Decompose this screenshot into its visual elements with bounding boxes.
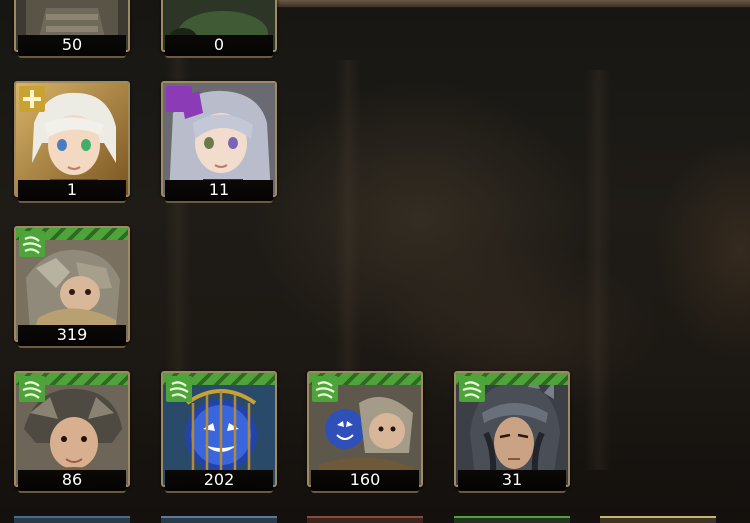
unit-count-bar: 319 xyxy=(18,325,126,348)
unit-card[interactable]: 202 xyxy=(161,371,277,493)
unit-count-bar: 202 xyxy=(165,470,273,493)
dark-element-icon xyxy=(166,86,192,112)
unit-count: 160 xyxy=(349,470,381,489)
wind-element-icon xyxy=(459,376,485,402)
unit-card[interactable]: 0 xyxy=(161,0,277,58)
unit-count: 319 xyxy=(56,325,88,344)
unit-count: 0 xyxy=(213,35,225,54)
unit-card[interactable]: 31 xyxy=(454,371,570,493)
wind-element-icon xyxy=(312,376,338,402)
unit-card-partial[interactable] xyxy=(307,516,423,523)
unit-count-bar: 31 xyxy=(458,470,566,493)
unit-card[interactable]: 160 xyxy=(307,371,423,493)
unit-count-bar: 0 xyxy=(165,35,273,58)
unit-card-partial[interactable] xyxy=(161,516,277,523)
unit-count: 50 xyxy=(61,35,83,54)
unit-count: 11 xyxy=(208,180,230,199)
unit-card-partial[interactable] xyxy=(454,516,570,523)
unit-count: 31 xyxy=(501,470,523,489)
unit-card[interactable]: 319 xyxy=(14,226,130,348)
unit-count-bar: 160 xyxy=(311,470,419,493)
unit-count-bar: 11 xyxy=(165,180,273,203)
unit-count: 1 xyxy=(66,180,78,199)
unit-count-bar: 50 xyxy=(18,35,126,58)
light-element-icon xyxy=(19,86,45,112)
unit-card[interactable]: 50 xyxy=(14,0,130,58)
wind-element-icon xyxy=(166,376,192,402)
background-pillar xyxy=(585,70,611,470)
unit-card-partial[interactable] xyxy=(14,516,130,523)
unit-card[interactable]: 86 xyxy=(14,371,130,493)
wind-element-icon xyxy=(19,231,45,257)
top-panel-edge xyxy=(275,0,750,8)
unit-count: 86 xyxy=(61,470,83,489)
unit-card-partial[interactable] xyxy=(600,516,716,523)
unit-card[interactable]: 11 xyxy=(161,81,277,203)
unit-count-bar: 86 xyxy=(18,470,126,493)
unit-card[interactable]: 1 xyxy=(14,81,130,203)
wind-element-icon xyxy=(19,376,45,402)
unit-count-bar: 1 xyxy=(18,180,126,203)
unit-count: 202 xyxy=(203,470,235,489)
